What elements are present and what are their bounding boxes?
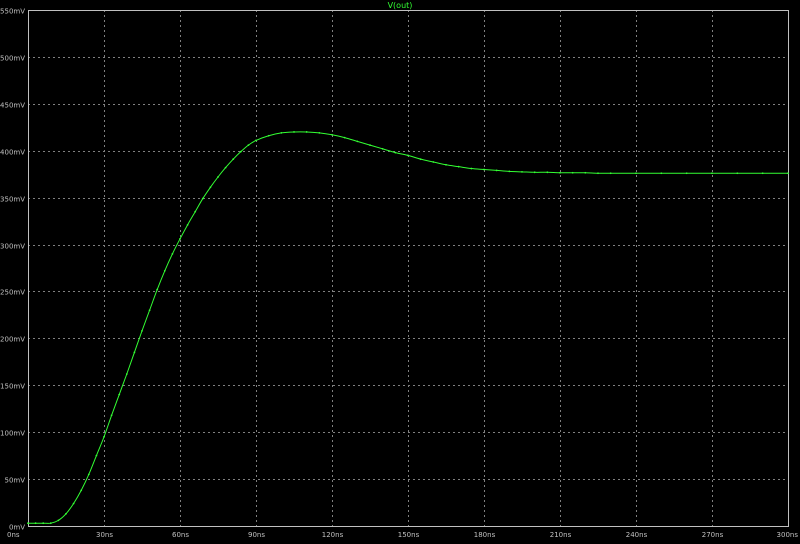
data-point: [457, 165, 460, 168]
data-point: [407, 154, 409, 157]
data-point: [609, 172, 612, 175]
x-tick-label: 210ns: [550, 531, 572, 539]
x-tick-label: 30ns: [96, 531, 113, 539]
data-point: [546, 171, 549, 174]
y-tick-label: 200mV: [0, 336, 25, 344]
data-point: [483, 168, 485, 171]
data-point: [521, 170, 523, 173]
data-point: [194, 210, 197, 213]
x-tick-label: 60ns: [172, 531, 189, 539]
data-point: [533, 171, 536, 174]
data-point: [118, 393, 121, 396]
data-point: [267, 134, 270, 137]
data-point: [209, 186, 212, 189]
data-point: [217, 176, 219, 178]
data-point: [343, 136, 346, 139]
y-tick-label: 500mV: [0, 55, 25, 63]
x-tick-labels: 0ns 30ns 60ns 90ns 120ns 150ns 180ns 210ns 240ns…: [7, 531, 798, 539]
data-point: [148, 309, 151, 312]
data-point: [232, 158, 235, 161]
data-point: [394, 151, 397, 154]
data-point: [318, 132, 321, 134]
data-point: [419, 158, 422, 161]
data-point: [247, 144, 250, 147]
data-point: [34, 522, 37, 525]
data-point: [736, 172, 739, 175]
y-tick-label: 400mV: [0, 149, 25, 157]
data-point: [42, 522, 45, 525]
x-tick-label: 240ns: [626, 531, 648, 539]
data-point: [293, 131, 295, 133]
data-point: [305, 131, 308, 133]
y-tick-label: 300mV: [0, 243, 25, 251]
data-point: [133, 351, 136, 354]
data-point: [584, 171, 587, 174]
plot-frame: [28, 10, 789, 527]
data-point: [787, 172, 789, 175]
data-point: [57, 519, 60, 522]
data-point: [201, 197, 204, 200]
data-point: [559, 171, 561, 174]
data-point: [179, 238, 181, 240]
data-point: [381, 147, 384, 150]
y-tick-label: 450mV: [0, 102, 25, 110]
data-point: [685, 172, 688, 175]
y-tick-labels: 0mV50mV100mV150mV200mV250mV300mV350mV400…: [0, 8, 25, 532]
data-point: [49, 522, 52, 525]
data-point: [470, 167, 473, 170]
data-point: [432, 161, 435, 163]
data-point: [80, 489, 83, 492]
data-point: [141, 329, 143, 332]
x-tick-label: 150ns: [398, 531, 420, 539]
data-point: [224, 166, 227, 169]
data-point: [508, 170, 511, 173]
x-tick-label: 300ns: [777, 531, 799, 539]
data-point: [72, 502, 75, 505]
data-point: [280, 132, 283, 134]
data-point: [331, 133, 333, 136]
grid-lines: [28, 10, 788, 526]
y-tick-label: 350mV: [0, 196, 25, 204]
data-point: [186, 223, 189, 226]
data-point: [356, 140, 359, 143]
y-tick-label: 250mV: [0, 289, 25, 297]
waveform-chart: 0mV50mV100mV150mV200mV250mV300mV350mV400…: [0, 1, 798, 539]
y-tick-label: 100mV: [0, 430, 25, 438]
data-point: [87, 473, 90, 476]
data-point: [125, 373, 128, 375]
data-point: [27, 522, 29, 525]
data-point: [711, 172, 713, 175]
x-tick-label: 180ns: [474, 531, 496, 539]
y-tick-label: 550mV: [0, 8, 25, 16]
y-tick-label: 50mV: [4, 477, 25, 485]
plot-window: 0mV 50mV 100mV 150mV 200mV 250mV 300mV 350mV 400…: [0, 0, 800, 540]
data-point: [171, 253, 174, 255]
data-point: [635, 172, 637, 175]
plot-border: [28, 10, 789, 527]
x-tick-label: 90ns: [248, 531, 265, 539]
data-point: [239, 150, 242, 153]
trace-title[interactable]: V(out): [388, 1, 413, 10]
data-point: [495, 169, 498, 172]
x-tick-label: 270ns: [702, 531, 724, 539]
data-point: [95, 454, 98, 457]
data-point: [156, 288, 159, 291]
data-point: [369, 144, 371, 147]
data-point: [110, 414, 113, 417]
x-tick-label: 0ns: [7, 531, 20, 539]
data-point: [597, 172, 599, 175]
data-point: [660, 172, 663, 175]
data-point: [571, 171, 574, 174]
x-tick-label: 120ns: [322, 531, 344, 539]
y-tick-label: 150mV: [0, 383, 25, 391]
data-point: [445, 163, 447, 166]
data-point: [103, 435, 105, 438]
data-point: [65, 512, 67, 515]
data-point: [163, 269, 166, 272]
data-point: [255, 139, 257, 142]
data-point: [761, 172, 764, 175]
